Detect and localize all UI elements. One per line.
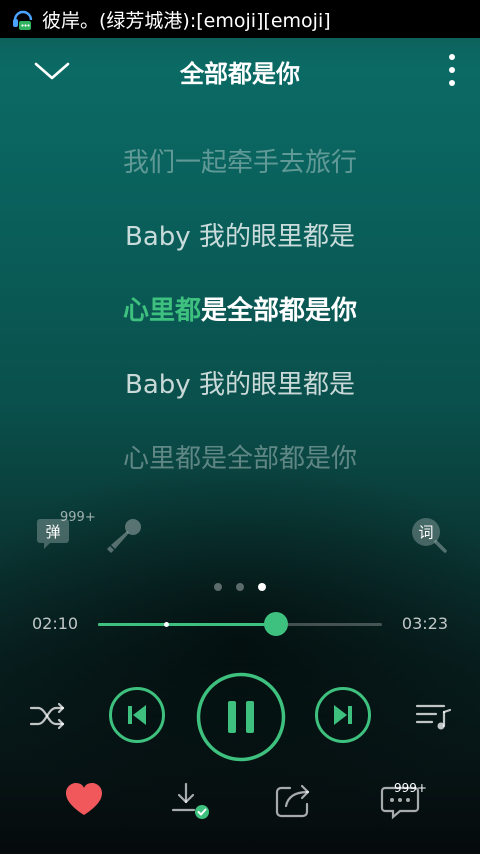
page-dot[interactable]	[236, 583, 244, 591]
player-header: 全部都是你	[0, 38, 480, 102]
pause-icon[interactable]	[196, 672, 286, 762]
more-options-icon[interactable]	[442, 52, 462, 88]
lyric-line: Baby 我的眼里都是	[125, 370, 355, 400]
progress-bar[interactable]	[98, 612, 382, 636]
progress-thumb[interactable]	[263, 612, 288, 636]
danmu-label: 弹	[45, 523, 60, 541]
song-title: 全部都是你	[180, 60, 300, 88]
lyric-sung-part: 心里都	[122, 296, 201, 326]
next-track-icon[interactable]	[314, 686, 372, 744]
lyric-line: Baby 我的眼里都是	[125, 222, 355, 252]
lyric-line: 我们一起牵手去旅行	[122, 148, 357, 178]
progress-played	[98, 623, 276, 626]
page-indicator	[0, 583, 480, 591]
comment-count: 999+	[394, 781, 427, 795]
current-lyric-line: 心里都是全部都是你	[0, 290, 480, 327]
buffer-marker	[164, 622, 170, 627]
download-icon[interactable]	[170, 780, 210, 820]
page-dot-active[interactable]	[258, 583, 266, 591]
shuffle-icon[interactable]	[28, 700, 68, 732]
lyrics-search-icon[interactable]: 词	[410, 516, 448, 554]
lyrics-label: 词	[418, 524, 433, 542]
danmu-count: 999+	[60, 510, 96, 525]
heart-icon[interactable]	[64, 780, 104, 820]
playlist-icon[interactable]	[414, 700, 454, 732]
lyric-unsung-part: 是全部都是你	[201, 296, 358, 326]
status-bar: 彼岸。(绿芳城港):[emoji][emoji]	[0, 0, 480, 38]
chat-app-icon	[13, 10, 33, 30]
total-time: 03:23	[401, 614, 448, 633]
current-time: 02:10	[32, 614, 79, 633]
share-icon[interactable]	[274, 780, 314, 820]
previous-track-icon[interactable]	[108, 686, 166, 744]
notification-text: 彼岸。(绿芳城港):[emoji][emoji]	[42, 9, 331, 32]
page-dot[interactable]	[214, 583, 222, 591]
lyric-line: 心里都是全部都是你	[122, 444, 357, 474]
playback-controls	[0, 670, 480, 762]
microphone-icon[interactable]	[106, 516, 144, 554]
